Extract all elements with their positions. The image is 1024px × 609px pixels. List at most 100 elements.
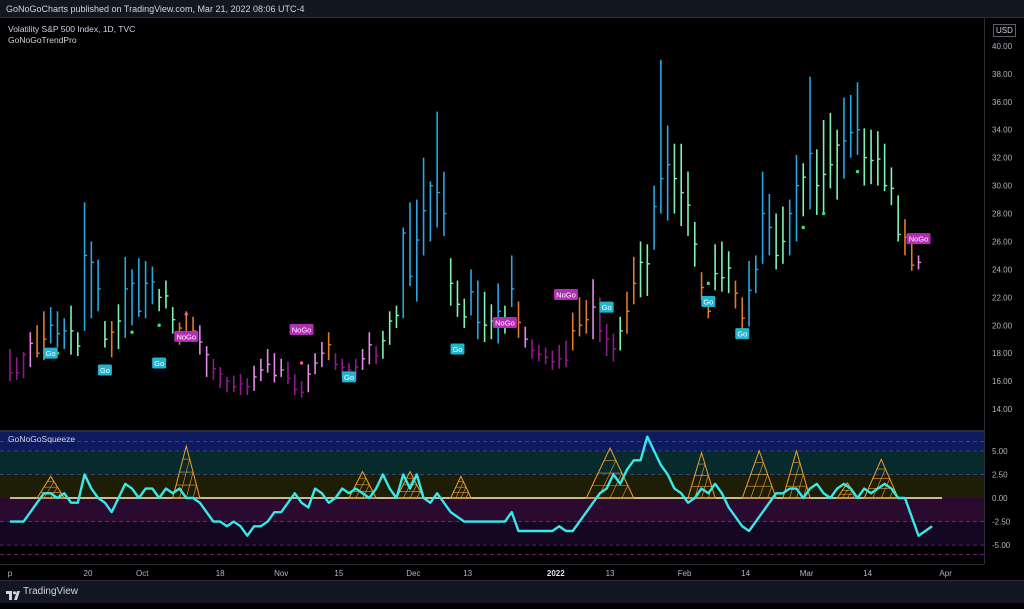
- price-tick-label: 32.00: [992, 154, 1013, 163]
- ohlc-bar: [578, 297, 583, 337]
- ohlc-bar: [429, 181, 433, 242]
- ohlc-bar: [138, 258, 142, 317]
- indicator-title: GoNoGoTrendPro: [8, 35, 77, 45]
- time-tick-label: Feb: [678, 569, 692, 578]
- nogo-signal-dot: [299, 361, 304, 365]
- go-signal-dot: [130, 330, 134, 334]
- ohlc-bar: [131, 269, 135, 326]
- ohlc-bar: [436, 111, 440, 228]
- go-label: Go: [450, 343, 465, 355]
- price-tick-label: 26.00: [992, 237, 1013, 246]
- nogo-label: NoGo: [289, 323, 314, 335]
- go-label: Go: [735, 328, 750, 340]
- ohlc-bar: [917, 255, 922, 270]
- ohlc-bar: [171, 307, 176, 334]
- ohlc-bar: [205, 346, 210, 377]
- price-tick-label: 34.00: [992, 126, 1013, 135]
- ohlc-bar: [551, 350, 555, 370]
- ohlc-bar: [910, 241, 915, 271]
- ohlc-bar: [300, 381, 305, 398]
- time-tick-label: 14: [741, 569, 750, 578]
- nogo-label: NoGo: [906, 233, 931, 245]
- ohlc-bar: [571, 312, 576, 351]
- ohlc-bar: [212, 358, 216, 380]
- label-text: Go: [452, 345, 462, 354]
- ohlc-bar: [314, 353, 318, 375]
- ohlc-bar: [883, 143, 888, 192]
- ohlc-bar: [219, 367, 223, 389]
- price-tick-label: 14.00: [992, 405, 1013, 414]
- tradingview-logo-icon[interactable]: [6, 587, 20, 600]
- price-tick-label: 28.00: [992, 210, 1013, 219]
- ohlc-bar: [565, 340, 569, 368]
- ohlc-bar: [714, 244, 718, 291]
- label-text: Go: [703, 298, 713, 307]
- ohlc-bar: [443, 171, 447, 236]
- ohlc-bar: [266, 348, 271, 373]
- ohlc-bar: [531, 339, 535, 359]
- label-text: Go: [737, 330, 747, 339]
- ohlc-bar: [456, 280, 461, 317]
- ohlc-bar: [592, 279, 596, 340]
- ohlc-bar: [619, 316, 623, 351]
- ohlc-bar: [788, 199, 793, 256]
- price-axis[interactable]: 14.00 16.00 18.00 20.00 22.00 24.00 26.00 28.00…: [984, 18, 1024, 564]
- go-label: Go: [701, 296, 716, 308]
- ohlc-bar: [822, 119, 827, 214]
- time-axis[interactable]: p 20 Oct 18 Nov 15 Dec 13 2022 13 Feb 14 Mar 14 Apr: [0, 564, 984, 581]
- ohlc-bar: [538, 344, 542, 362]
- ohlc-bar: [693, 221, 698, 267]
- ohlc-bar: [626, 291, 630, 334]
- ohlc-bar: [70, 305, 74, 355]
- ohlc-bar: [151, 266, 155, 305]
- ohlc-bar: [687, 171, 691, 236]
- go-label: Go: [43, 347, 58, 359]
- price-tick-label: 22.00: [992, 293, 1013, 302]
- ohlc-bar: [544, 347, 549, 365]
- ohlc-bar: [639, 241, 644, 298]
- publisher-bar: GoNoGoCharts published on TradingView.co…: [0, 0, 1024, 18]
- ohlc-bar: [721, 241, 725, 292]
- ohlc-bar: [49, 307, 54, 344]
- ohlc-bar: [402, 227, 406, 319]
- ohlc-bar: [517, 301, 522, 338]
- ohlc-bar: [260, 358, 264, 382]
- footer-logo-text[interactable]: TradingView: [23, 581, 78, 603]
- go-signal-dot: [821, 211, 826, 216]
- go-label: Go: [342, 371, 356, 383]
- ohlc-bar: [897, 195, 901, 242]
- price-chart[interactable]: Go Go Go NoGo NoGo Go Go NoGo NoGo Go Go Go NoGo: [0, 18, 984, 430]
- currency-badge[interactable]: USD: [993, 24, 1016, 37]
- ohlc-bar: [361, 348, 366, 370]
- ohlc-bar: [849, 94, 854, 158]
- time-tick-label: Dec: [406, 569, 420, 578]
- footer-bar: TradingView: [0, 580, 1024, 603]
- symbol-title: Volatility S&P 500 Index, 1D, TVC: [8, 24, 136, 34]
- price-tick-label: 16.00: [992, 377, 1013, 386]
- label-text: NoGo: [292, 325, 312, 334]
- price-pane[interactable]: Go Go Go NoGo NoGo Go Go NoGo NoGo Go Go Go NoGo Vol…: [0, 18, 984, 430]
- ohlc-bar: [90, 241, 94, 319]
- go-signal-dot: [855, 169, 860, 174]
- price-tick-label: 36.00: [992, 98, 1013, 107]
- ohlc-bar: [307, 364, 311, 393]
- ohlc-bar: [734, 280, 739, 309]
- squeeze-zone-band: [0, 450, 984, 475]
- squeeze-chart[interactable]: [0, 432, 984, 564]
- time-tick-label: 2022: [547, 569, 565, 578]
- ohlc-bar: [829, 112, 833, 189]
- ohlc-bar: [680, 143, 684, 227]
- ohlc-bar: [63, 318, 67, 349]
- ohlc-bar: [558, 344, 562, 369]
- ohlc-bar: [395, 305, 400, 329]
- ohlc-bar: [585, 300, 589, 334]
- price-tick-label: 40.00: [992, 42, 1013, 51]
- ohlc-bar: [768, 193, 772, 256]
- squeeze-tick-label: 2.50: [992, 470, 1008, 479]
- squeeze-title: GoNoGoSqueeze: [8, 434, 76, 444]
- publisher-text: GoNoGoCharts published on TradingView.co…: [6, 4, 305, 14]
- squeeze-pane[interactable]: GoNoGoSqueeze: [0, 432, 984, 564]
- ohlc-bar: [158, 288, 162, 312]
- time-tick-label: 14: [863, 569, 872, 578]
- squeeze-tick-label: -5.00: [992, 541, 1011, 550]
